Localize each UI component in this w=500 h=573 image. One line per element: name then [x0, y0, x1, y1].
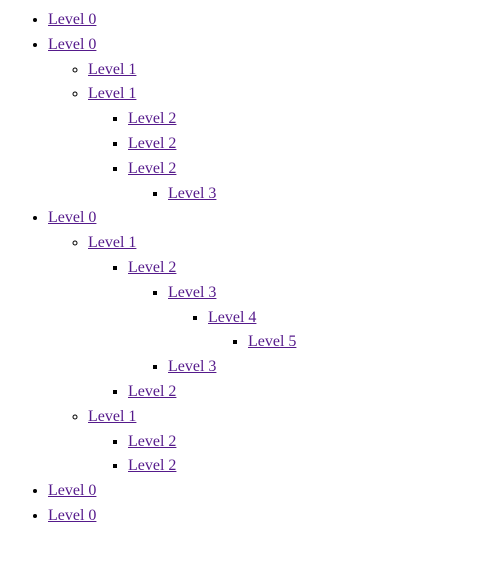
nav-item-level-2: Level 2 — [128, 107, 500, 132]
nav-item-level-0: Level 0Level 1Level 1Level 2Level 2Level… — [48, 33, 500, 207]
nav-item-level-3: Level 3 — [168, 355, 500, 380]
nav-item-level-2: Level 2 — [128, 454, 500, 479]
nav-link-level-2[interactable]: Level 2 — [128, 433, 176, 450]
nav-link-level-2[interactable]: Level 2 — [128, 457, 176, 474]
nav-link-level-5[interactable]: Level 5 — [248, 333, 296, 350]
nav-link-level-1[interactable]: Level 1 — [88, 408, 136, 425]
nav-link-level-3[interactable]: Level 3 — [168, 358, 216, 375]
nav-link-level-0[interactable]: Level 0 — [48, 36, 96, 53]
nav-link-level-3[interactable]: Level 3 — [168, 185, 216, 202]
nav-item-level-1: Level 1 Level 2 Level 2 Level 2 Level 3 — [88, 82, 500, 206]
nav-item-level-0: Level 0 — [48, 479, 500, 504]
nav-item-level-0: Level 0 — [48, 504, 500, 529]
nav-sublist-level-5: Level 5 — [208, 330, 500, 355]
nav-item-level-2: Level 2 — [128, 132, 500, 157]
nav-link-level-1[interactable]: Level 1 — [88, 85, 136, 102]
nav-link-level-2[interactable]: Level 2 — [128, 383, 176, 400]
nav-item-level-1: Level 1 — [88, 58, 500, 83]
nav-item-level-4: Level 4 Level 5 — [208, 306, 500, 356]
nav-link-level-2[interactable]: Level 2 — [128, 160, 176, 177]
nav-sublist-level-2: Level 2 Level 2 — [88, 430, 500, 480]
nav-link-level-3[interactable]: Level 3 — [168, 284, 216, 301]
nav-item-level-5: Level 5 — [248, 330, 500, 355]
nav-item-level-2: Level 2 — [128, 430, 500, 455]
nav-item-level-3: Level 3 Level 4 Level 5 — [168, 281, 500, 355]
nav-sublist-level-2: Level 2Level 3Level 4Level 5Level 3Level… — [88, 256, 500, 405]
nav-item-level-0: Level 0Level 1Level 2Level 3Level 4Level… — [48, 206, 500, 479]
nav-link-level-2[interactable]: Level 2 — [128, 110, 176, 127]
nav-item-level-2: Level 2 Level 3 — [128, 157, 500, 207]
nav-root: Level 0Level 0Level 1Level 1Level 2Level… — [8, 8, 500, 529]
nav-sublist-level-3: Level 3 Level 4 Level 5 Level 3 — [128, 281, 500, 380]
nav-sublist-level-4: Level 4 Level 5 — [168, 306, 500, 356]
nav-link-level-1[interactable]: Level 1 — [88, 234, 136, 251]
nav-item-level-1: Level 1Level 2Level 3Level 4Level 5Level… — [88, 231, 500, 405]
nav-item-level-2: Level 2 — [128, 380, 500, 405]
nav-item-level-1: Level 1 Level 2 Level 2 — [88, 405, 500, 479]
nav-link-level-4[interactable]: Level 4 — [208, 309, 256, 326]
nav-link-level-0[interactable]: Level 0 — [48, 11, 96, 28]
nav-sublist-level-3: Level 3 — [128, 182, 500, 207]
nav-item-level-2: Level 2 Level 3 Level 4 Level 5 Level 3 — [128, 256, 500, 380]
nav-link-level-0[interactable]: Level 0 — [48, 507, 96, 524]
nav-sublist-level-1: Level 1Level 1Level 2Level 2Level 2Level… — [48, 58, 500, 207]
nav-sublist-level-2: Level 2 Level 2 Level 2 Level 3 — [88, 107, 500, 206]
nav-item-level-0: Level 0 — [48, 8, 500, 33]
nav-link-level-2[interactable]: Level 2 — [128, 135, 176, 152]
nav-link-level-0[interactable]: Level 0 — [48, 482, 96, 499]
nav-sublist-level-1: Level 1Level 2Level 3Level 4Level 5Level… — [48, 231, 500, 479]
nav-link-level-1[interactable]: Level 1 — [88, 61, 136, 78]
nav-item-level-3: Level 3 — [168, 182, 500, 207]
nav-link-level-2[interactable]: Level 2 — [128, 259, 176, 276]
nav-link-level-0[interactable]: Level 0 — [48, 209, 96, 226]
